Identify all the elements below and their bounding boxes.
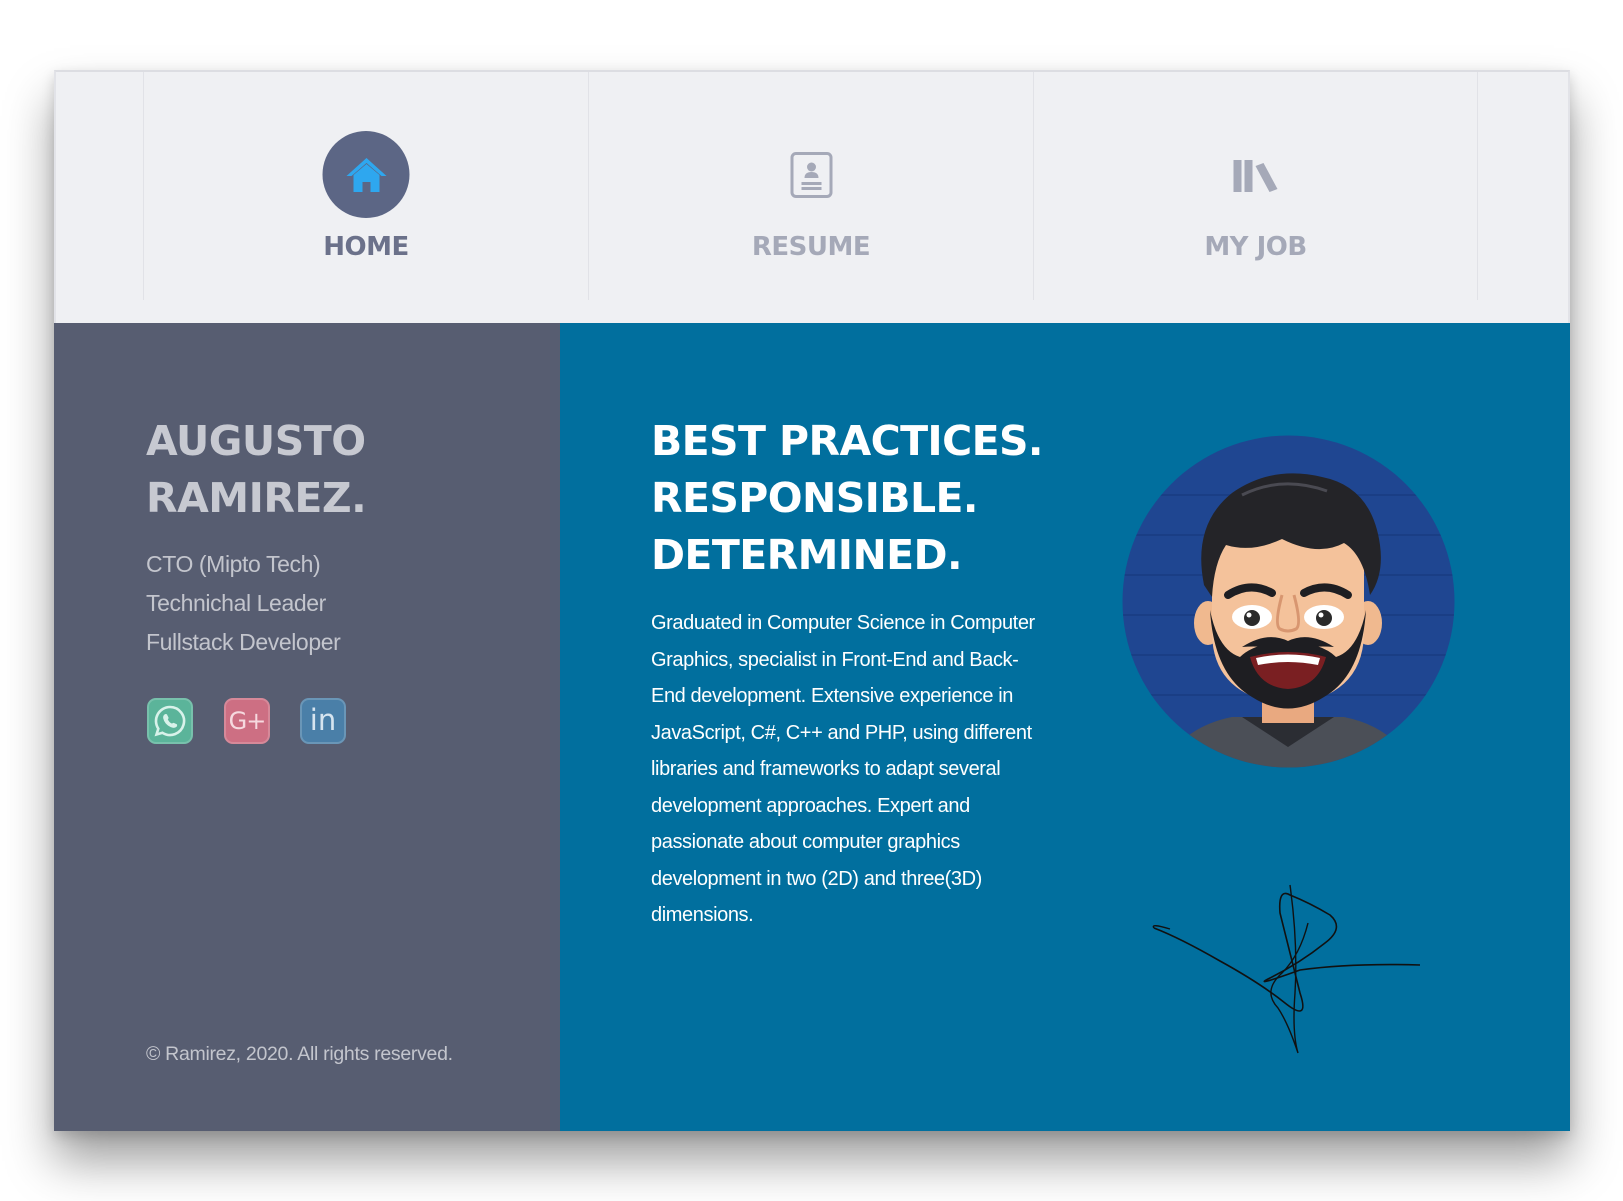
signature bbox=[1152, 884, 1421, 1054]
linkedin-icon: in bbox=[309, 703, 337, 737]
nav-item-home[interactable]: HOME bbox=[143, 72, 588, 300]
headline: BEST PRACTICES. RESPONSIBLE. DETERMINED. bbox=[651, 413, 1044, 584]
role-item: Technichal Leader bbox=[146, 590, 326, 616]
whatsapp-button[interactable] bbox=[147, 698, 193, 744]
home-icon bbox=[322, 131, 410, 218]
profile-name: AUGUSTO RAMIREZ. bbox=[146, 413, 367, 527]
role-list: CTO (Mipto Tech) Technichal Leader Fulls… bbox=[146, 545, 341, 662]
role-item: CTO (Mipto Tech) bbox=[146, 551, 321, 577]
library-icon bbox=[1212, 131, 1299, 218]
resume-icon bbox=[768, 131, 855, 218]
main-content: BEST PRACTICES. RESPONSIBLE. DETERMINED.… bbox=[560, 323, 1570, 1131]
copyright-text: © Ramirez, 2020. All rights reserved. bbox=[146, 1043, 453, 1065]
headline-line: BEST PRACTICES. bbox=[651, 417, 1044, 465]
whatsapp-icon bbox=[154, 705, 186, 737]
nav-label-resume: RESUME bbox=[751, 232, 871, 262]
headline-line: RESPONSIBLE. bbox=[651, 474, 978, 522]
nav-item-my-job[interactable]: MY JOB bbox=[1033, 72, 1478, 300]
linkedin-button[interactable]: in bbox=[300, 698, 346, 744]
google-plus-button[interactable]: G+ bbox=[224, 698, 270, 744]
nav-label-my-job: MY JOB bbox=[1204, 232, 1307, 262]
role-item: Fullstack Developer bbox=[146, 629, 341, 655]
profile-sidebar: AUGUSTO RAMIREZ. CTO (Mipto Tech) Techni… bbox=[54, 323, 560, 1131]
profile-name-last: RAMIREZ. bbox=[146, 474, 367, 522]
profile-name-first: AUGUSTO bbox=[146, 417, 366, 465]
bio-paragraph: Graduated in Computer Science in Compute… bbox=[651, 612, 1035, 926]
top-navigation: HOME RESUME MY JOB bbox=[54, 70, 1570, 323]
portfolio-card: HOME RESUME MY JOB AUGUSTO RAMIREZ. CTO … bbox=[54, 70, 1570, 1131]
google-plus-icon: G+ bbox=[228, 707, 267, 735]
avatar bbox=[1122, 435, 1455, 768]
nav-label-home: HOME bbox=[323, 232, 409, 262]
nav-item-resume[interactable]: RESUME bbox=[588, 72, 1033, 300]
headline-line: DETERMINED. bbox=[651, 531, 963, 579]
